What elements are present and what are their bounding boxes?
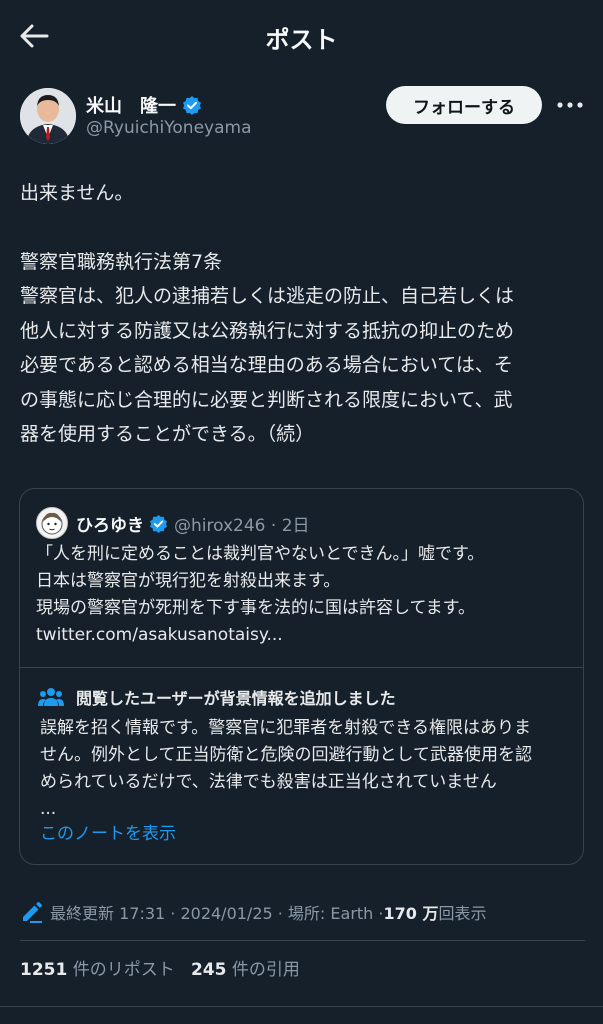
divider [20, 940, 585, 941]
quotes-count[interactable]: 245 [191, 960, 227, 980]
pencil-icon [20, 900, 44, 924]
post-text: 出来ません。 警察官職務執行法第7条 警察官は、犯人の逮捕若しくは逃走の防止、自… [20, 176, 583, 452]
note-text-line: められているだけで、法律でも殺害は正当化されていません [40, 772, 497, 792]
author-handle[interactable]: @RyuichiYoneyama [86, 118, 252, 138]
verified-badge-icon [149, 514, 168, 533]
post-meta: 最終更新 17:31 · 2024/01/25 · 場所: Earth · 17… [20, 900, 487, 924]
quoted-post[interactable]: ひろゆき @hirox246 · 2日 「人を刑に定めることは裁判官やないとでき… [19, 488, 584, 865]
last-updated: 最終更新 17:31 · 2024/01/25 · 場所: Earth · [50, 904, 384, 923]
post-author: 米山 隆一 @RyuichiYoneyama フォローする [20, 86, 585, 150]
post-text-line: 他人に対する防護又は公務執行に対する抵抗の抑止のため [20, 319, 515, 342]
quoted-text-line: 日本は警察官が現行犯を射殺出来ます。 [36, 571, 341, 591]
post-text-line: 必要であると認める相当な理由のある場合においては、そ [20, 354, 513, 376]
page-title: ポスト [265, 26, 338, 54]
quoted-post-text: 「人を刑に定めることは裁判官やないとできん。」嘘です。 日本は警察官が現行犯を射… [36, 541, 576, 649]
author-name[interactable]: 米山 隆一 [86, 92, 176, 118]
post-text-line: 警察官職務執行法第7条 [20, 250, 223, 273]
views-count[interactable]: 170 万 [384, 900, 439, 924]
quotes-label[interactable]: 件の引用 [226, 960, 300, 980]
show-note-link[interactable]: このノートを表示 [40, 819, 176, 844]
reposts-label[interactable]: 件のリポスト [67, 960, 175, 980]
follow-button[interactable]: フォローする [386, 86, 542, 124]
divider [20, 667, 583, 668]
verified-badge-icon [182, 95, 202, 115]
note-text-line: 誤解を招く情報です。警察官に犯罪者を射殺できる権限はありま [40, 718, 531, 738]
avatar-image [20, 88, 76, 144]
engagement-stats: 1251 件のリポスト 245 件の引用 [20, 955, 300, 980]
post-text-line: 器を使用することができる。（続） [20, 423, 315, 445]
quoted-link[interactable]: twitter.com/asakusanotaisy... [36, 622, 576, 649]
views-label: 回表示 [438, 904, 487, 923]
quoted-author-name: ひろゆき [76, 515, 144, 536]
quoted-text-line: 現場の警察官が死刑を下す事を法的に国は許容してます。 [36, 598, 475, 618]
community-note-title: 閲覧したユーザーが背景情報を追加しました [76, 689, 396, 708]
avatar[interactable] [20, 88, 76, 144]
top-bar: ポスト [0, 0, 603, 72]
community-note-text: 誤解を招く情報です。警察官に犯罪者を射殺できる権限はありま せん。例外として正当… [40, 715, 570, 823]
quoted-post-header: ひろゆき @hirox246 · 2日 [36, 507, 310, 539]
quoted-avatar [36, 507, 68, 539]
quoted-text-line: 「人を刑に定めることは裁判官やないとできん。」嘘です。 [36, 544, 485, 564]
more-button[interactable] [554, 88, 586, 122]
people-icon [38, 688, 64, 706]
post-text-line: 出来ません。 [20, 182, 134, 204]
more-horizontal-icon [557, 102, 583, 108]
community-note-header: 閲覧したユーザーが背景情報を追加しました [38, 685, 396, 709]
divider [0, 1006, 603, 1007]
post-text-line: の事態に応じ合理的に必要と判断される限度において、武 [20, 388, 513, 411]
note-text-line: せん。例外として正当防衛と危険の回避行動として武器使用を認 [40, 745, 532, 765]
post-text-line: 警察官は、犯人の逮捕若しくは逃走の防止、自己若しくは [20, 285, 515, 307]
quoted-author-handle: @hirox246 · 2日 [174, 515, 310, 536]
reposts-count[interactable]: 1251 [20, 960, 67, 980]
